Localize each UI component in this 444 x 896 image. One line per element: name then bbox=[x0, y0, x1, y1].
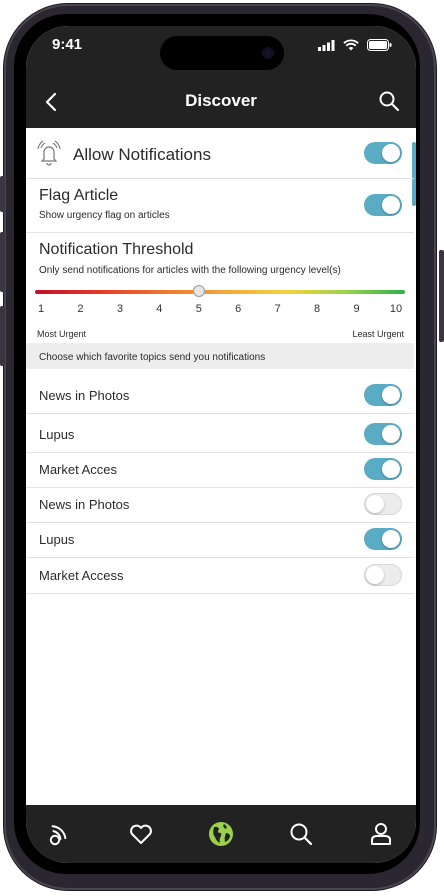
topic-toggle[interactable] bbox=[364, 384, 402, 406]
topic-row: News in Photos bbox=[26, 487, 414, 523]
topic-row: Lupus bbox=[26, 522, 414, 558]
tab-search[interactable] bbox=[286, 819, 316, 849]
tab-feed[interactable] bbox=[46, 819, 76, 849]
least-urgent-label: Least Urgent bbox=[352, 329, 404, 339]
flag-article-toggle[interactable] bbox=[364, 194, 402, 216]
topic-label: Lupus bbox=[39, 532, 75, 547]
threshold-tick-label: 4 bbox=[156, 303, 163, 315]
threshold-tick-label: 3 bbox=[116, 303, 123, 315]
settings-content: Allow Notifications Flag Article Show ur… bbox=[26, 128, 416, 808]
phone-side-button bbox=[0, 176, 5, 212]
topic-label: Market Access bbox=[39, 568, 124, 583]
flag-article-description: Show urgency flag on articles bbox=[39, 210, 170, 221]
profile-icon bbox=[371, 823, 391, 845]
threshold-description: Only send notifications for articles wit… bbox=[39, 265, 341, 276]
allow-notifications-toggle[interactable] bbox=[364, 142, 402, 164]
screen: 9:41 Discover Allow Notifications Flag A… bbox=[26, 26, 416, 863]
tab-profile[interactable] bbox=[366, 819, 396, 849]
topic-label: News in Photos bbox=[39, 388, 130, 403]
notification-threshold-section: Notification Threshold Only send notific… bbox=[26, 233, 414, 369]
wifi-icon bbox=[343, 39, 359, 51]
toggle-knob bbox=[382, 196, 400, 214]
topic-toggle[interactable] bbox=[364, 528, 402, 550]
battery-icon bbox=[367, 39, 392, 51]
phone-side-button bbox=[0, 232, 5, 292]
phone-side-button bbox=[439, 250, 444, 342]
camera-icon bbox=[262, 47, 274, 59]
topic-row: Market Acces bbox=[26, 452, 414, 488]
topic-toggle[interactable] bbox=[364, 458, 402, 480]
navigation-bar: Discover bbox=[26, 76, 416, 128]
topic-row: News in Photos bbox=[26, 378, 414, 414]
feed-icon bbox=[49, 825, 67, 846]
page-title: Discover bbox=[185, 91, 257, 110]
flag-article-label: Flag Article bbox=[39, 187, 119, 204]
topic-row: Lupus bbox=[26, 417, 414, 453]
threshold-slider-knob[interactable] bbox=[192, 285, 205, 297]
topics-header: Choose which favorite topics send you no… bbox=[39, 352, 266, 363]
toggle-knob bbox=[382, 530, 400, 548]
search-button[interactable] bbox=[378, 90, 400, 117]
topic-row: Market Access bbox=[26, 558, 414, 594]
status-icons bbox=[318, 39, 392, 51]
status-bar: 9:41 bbox=[26, 26, 416, 76]
topic-toggle[interactable] bbox=[364, 564, 402, 586]
threshold-tick-label: 6 bbox=[235, 303, 242, 315]
topic-toggle[interactable] bbox=[364, 493, 402, 515]
topic-label: Lupus bbox=[39, 427, 75, 442]
threshold-title: Notification Threshold bbox=[39, 241, 194, 258]
topic-label: News in Photos bbox=[39, 497, 130, 512]
toggle-knob bbox=[382, 460, 400, 478]
tab-bar bbox=[26, 805, 416, 863]
topic-label: Market Acces bbox=[39, 462, 118, 477]
dynamic-island bbox=[160, 36, 284, 70]
toggle-knob bbox=[366, 495, 384, 513]
threshold-tick-label: 10 bbox=[389, 303, 403, 315]
threshold-tick-label: 8 bbox=[314, 303, 321, 315]
threshold-tick-label: 7 bbox=[274, 303, 281, 315]
tab-discover[interactable] bbox=[206, 819, 236, 849]
threshold-tick-label: 2 bbox=[77, 303, 84, 315]
globe-icon bbox=[209, 822, 233, 846]
heart-icon bbox=[130, 824, 152, 844]
threshold-tick-label: 1 bbox=[37, 303, 45, 315]
flag-article-row: Flag Article Show urgency flag on articl… bbox=[26, 179, 414, 233]
topic-toggle[interactable] bbox=[364, 423, 402, 445]
threshold-tick-label: 9 bbox=[353, 303, 360, 315]
toggle-knob bbox=[382, 144, 400, 162]
bell-alert-icon bbox=[37, 140, 61, 166]
search-icon bbox=[379, 91, 400, 112]
allow-notifications-label: Allow Notifications bbox=[73, 145, 211, 164]
toggle-knob bbox=[366, 566, 384, 584]
status-time: 9:41 bbox=[52, 36, 83, 53]
signal-icon bbox=[318, 39, 335, 51]
search-icon bbox=[290, 823, 313, 846]
toggle-knob bbox=[382, 425, 400, 443]
threshold-tick-label: 5 bbox=[195, 303, 202, 315]
phone-side-button bbox=[0, 306, 5, 366]
threshold-slider-track[interactable] bbox=[35, 290, 405, 294]
toggle-knob bbox=[382, 386, 400, 404]
allow-notifications-row: Allow Notifications bbox=[26, 128, 414, 179]
tab-favorites[interactable] bbox=[126, 819, 156, 849]
most-urgent-label: Most Urgent bbox=[37, 329, 87, 339]
